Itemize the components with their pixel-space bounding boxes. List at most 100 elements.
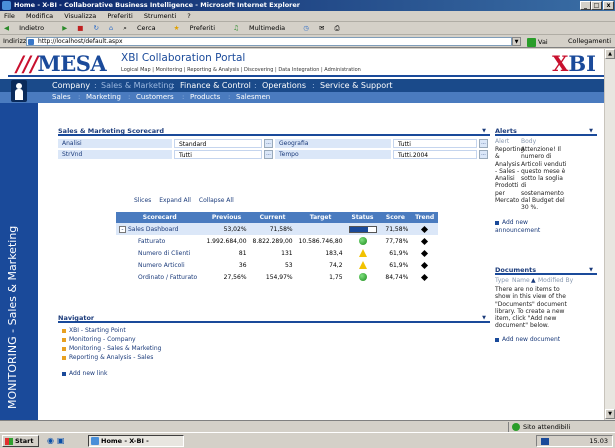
- collapse-all-link[interactable]: Collapse All: [199, 197, 234, 204]
- add-new-link[interactable]: Add new link: [62, 370, 107, 377]
- nav-service-support[interactable]: Service & Support: [320, 79, 393, 92]
- col-current[interactable]: Current: [249, 212, 296, 223]
- menu-preferiti[interactable]: Preferiti: [107, 12, 132, 20]
- maximize-button[interactable]: □: [591, 1, 602, 10]
- nav-finance-control[interactable]: Finance & Control: [180, 79, 251, 92]
- favorites-button[interactable]: ★ Preferiti: [174, 24, 223, 32]
- documents-col-name[interactable]: Name: [512, 277, 530, 284]
- add-new-announcement-link[interactable]: Add new announcement: [495, 219, 540, 235]
- documents-menu-arrow-icon[interactable]: ▼: [589, 266, 593, 275]
- subnav-sales[interactable]: Sales: [52, 92, 71, 103]
- kpi-previous: 81: [238, 249, 247, 257]
- kpi-name[interactable]: Ordinato / Fatturato: [116, 271, 203, 283]
- menu-modifica[interactable]: Modifica: [26, 12, 53, 20]
- tray-icon[interactable]: [541, 438, 549, 445]
- col-status[interactable]: Status: [345, 212, 380, 223]
- close-button[interactable]: x: [603, 1, 614, 10]
- filter-value-tempo[interactable]: Tutti.2004: [393, 150, 477, 159]
- kpi-name[interactable]: - Sales Dashboard: [116, 223, 204, 235]
- kpi-name[interactable]: Numero Articoli: [116, 259, 203, 271]
- filter-picker-analisi[interactable]: ...: [264, 139, 273, 148]
- filter-picker-geografia[interactable]: ...: [479, 139, 488, 148]
- menu-help[interactable]: ?: [187, 12, 190, 20]
- navigator-item[interactable]: Monitoring - Company: [62, 335, 161, 344]
- navigator-item[interactable]: Reporting & Analysis - Sales: [62, 353, 161, 362]
- banner-divider: [8, 75, 604, 77]
- alerts-col-alert[interactable]: Alert: [495, 138, 509, 145]
- refresh-icon[interactable]: ↻: [94, 24, 99, 32]
- slices-link[interactable]: Slices: [134, 197, 151, 204]
- scroll-up-icon[interactable]: ▲: [605, 49, 615, 59]
- media-button[interactable]: ♫ Multimedia: [233, 24, 293, 32]
- filter-picker-tempo[interactable]: ...: [479, 150, 488, 159]
- table-row[interactable]: Fatturato 1.992.684,00 8.822.289,00 10.586.…: [116, 235, 438, 247]
- status-ok-icon: [358, 237, 367, 245]
- alerts-col-body[interactable]: Body: [521, 138, 536, 145]
- nav-operations[interactable]: Operations: [262, 79, 306, 92]
- menu-file[interactable]: File: [4, 12, 15, 20]
- secondary-nav: Sales : Marketing : Customers : Products…: [0, 92, 604, 103]
- col-previous[interactable]: Previous: [203, 212, 250, 223]
- address-dropdown[interactable]: ▼: [512, 37, 521, 46]
- alerts-menu-arrow-icon[interactable]: ▼: [589, 127, 593, 136]
- subnav-marketing[interactable]: Marketing: [86, 92, 121, 103]
- subnav-products[interactable]: Products: [190, 92, 220, 103]
- ie-quick-icon[interactable]: ◉: [47, 436, 57, 445]
- scroll-down-icon[interactable]: ▼: [605, 409, 615, 419]
- documents-col-type[interactable]: Type: [495, 277, 509, 284]
- vertical-scrollbar[interactable]: ▲ ▼: [604, 49, 615, 420]
- links-button[interactable]: Collegamenti: [568, 35, 611, 48]
- browser-toolbar: ◀ Indietro ▶ ■ ↻ ⌂ ⌕ Cerca ★ Preferiti ♫…: [0, 22, 615, 35]
- col-trend[interactable]: Trend: [411, 212, 438, 223]
- back-button[interactable]: ◀ Indietro: [4, 24, 52, 32]
- mail-icon[interactable]: ✉: [319, 24, 324, 32]
- filter-value-geografia[interactable]: Tutti: [393, 139, 477, 148]
- stop-icon[interactable]: ■: [77, 24, 83, 32]
- table-row[interactable]: - Sales Dashboard 53,02% 71,58% 71,58%: [116, 223, 438, 235]
- nav-sales-marketing[interactable]: Sales & Marketing: [101, 79, 174, 92]
- kpi-name[interactable]: Fatturato: [116, 235, 203, 247]
- filter-value-analisi[interactable]: Standard: [174, 139, 262, 148]
- portal-title: XBI Collaboration Portal: [121, 52, 246, 64]
- search-button[interactable]: ⌕ Cerca: [123, 24, 163, 32]
- subnav-customers[interactable]: Customers: [136, 92, 174, 103]
- go-button[interactable]: Vai: [527, 36, 548, 49]
- table-row[interactable]: Ordinato / Fatturato 27,56% 154,97% 1,75 84,…: [116, 271, 438, 283]
- col-target[interactable]: Target: [295, 212, 346, 223]
- portal-top-links[interactable]: Logical Map | Monitoring | Reporting & A…: [121, 67, 361, 73]
- col-score[interactable]: Score: [379, 212, 412, 223]
- alert-name[interactable]: Reporting & Analysis - Sales - Analisi Prodo…: [495, 146, 524, 204]
- menu-strumenti[interactable]: Strumenti: [144, 12, 176, 20]
- add-new-document-link[interactable]: Add new document: [495, 336, 560, 343]
- filter-value-strvnd[interactable]: Tutti: [174, 150, 262, 159]
- taskbar-ie-window[interactable]: Home - X-BI - Collabo...: [88, 435, 184, 448]
- home-icon[interactable]: ⌂: [109, 24, 113, 32]
- taskbar: Start ◉▣ Home - X-BI - Collabo... 15.03: [0, 432, 615, 448]
- history-icon[interactable]: ◷: [303, 24, 309, 32]
- address-input[interactable]: [26, 37, 512, 46]
- subnav-salesmen[interactable]: Salesmen: [236, 92, 270, 103]
- documents-col-modified[interactable]: Modified By: [538, 277, 573, 284]
- menu-visualizza[interactable]: Visualizza: [64, 12, 96, 20]
- kpi-current: 8.822.289,00: [252, 237, 293, 245]
- table-row[interactable]: Numero Articoli 36 53 74,2 61,9%: [116, 259, 438, 271]
- kpi-name[interactable]: Numero di Clienti: [116, 247, 203, 259]
- filter-picker-strvnd[interactable]: ...: [264, 150, 273, 159]
- navigator-item[interactable]: Monitoring - Sales & Marketing: [62, 344, 161, 353]
- navigator-menu-arrow-icon[interactable]: ▼: [482, 314, 486, 323]
- desktop-quick-icon[interactable]: ▣: [57, 436, 68, 445]
- collapse-icon[interactable]: -: [119, 225, 126, 233]
- scorecard-menu-arrow-icon[interactable]: ▼: [482, 127, 486, 136]
- kpi-previous: 53,02%: [203, 223, 250, 235]
- forward-icon[interactable]: ▶: [62, 24, 67, 32]
- quick-launch[interactable]: ◉▣: [47, 436, 68, 445]
- navigator-item[interactable]: XBI - Starting Point: [62, 326, 161, 335]
- nav-company[interactable]: Company: [52, 79, 90, 92]
- table-row[interactable]: Numero di Clienti 81 131 183,4 61,9%: [116, 247, 438, 259]
- kpi-status: [346, 247, 380, 259]
- col-scorecard[interactable]: Scorecard: [116, 212, 204, 223]
- expand-all-link[interactable]: Expand All: [159, 197, 191, 204]
- print-icon[interactable]: ⎙: [335, 24, 340, 32]
- minimize-button[interactable]: _: [580, 1, 591, 10]
- start-button[interactable]: Start: [2, 435, 39, 447]
